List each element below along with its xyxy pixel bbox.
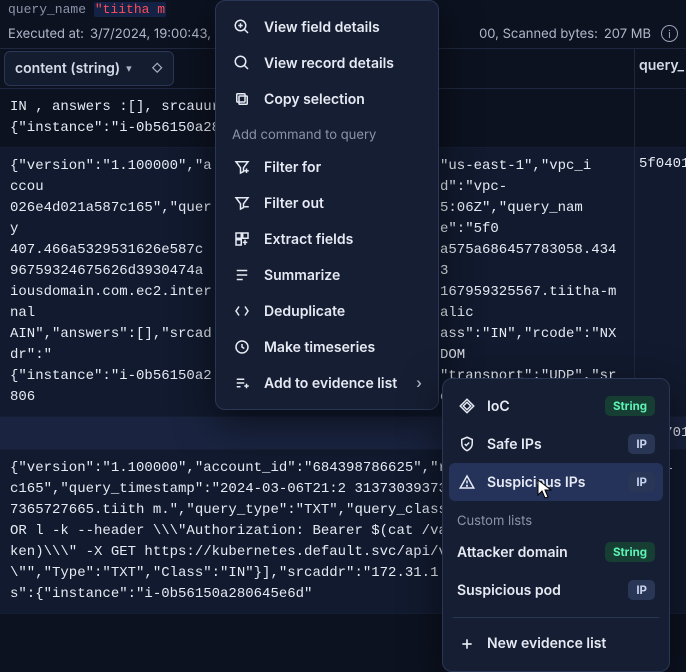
filter-out-icon: [232, 194, 252, 212]
ctx-label: Add to evidence list: [264, 375, 397, 392]
sub-ioc[interactable]: IoC String: [443, 387, 669, 425]
ctx-label: Filter for: [264, 159, 321, 176]
sub-suspicious-pod[interactable]: Suspicious pod IP: [443, 571, 669, 609]
divider: [453, 617, 659, 618]
ctx-filter-for[interactable]: Filter for: [216, 149, 438, 185]
column-header-query[interactable]: query_: [634, 49, 686, 88]
ctx-summarize[interactable]: Summarize: [216, 257, 438, 293]
type-badge: String: [605, 396, 655, 416]
ctx-label: View field details: [264, 19, 380, 36]
type-badge: IP: [628, 580, 655, 600]
ctx-filter-out[interactable]: Filter out: [216, 185, 438, 221]
type-badge: IP: [628, 434, 655, 454]
ctx-copy[interactable]: Copy selection: [216, 81, 438, 117]
ctx-section: Add command to query: [216, 117, 438, 149]
ctx-label: Make timeseries: [264, 339, 375, 356]
sub-label: Attacker domain: [457, 544, 568, 561]
ctx-label: Extract fields: [264, 231, 353, 248]
filter-for-icon: [232, 158, 252, 176]
column-header-content[interactable]: content (string) ▾ ◇: [4, 51, 174, 86]
ctx-dedup[interactable]: Deduplicate: [216, 293, 438, 329]
sub-label: IoC: [487, 398, 510, 415]
ctx-view-field[interactable]: View field details: [216, 9, 438, 45]
alert-triangle-icon: [457, 473, 477, 491]
extract-icon: [232, 230, 252, 248]
diamond-icon: [457, 397, 477, 415]
cell-query: 5f0401: [634, 148, 686, 416]
ctx-label: Deduplicate: [264, 303, 345, 320]
chevron-down-icon: ▾: [126, 63, 132, 74]
sub-new-list[interactable]: New evidence list: [443, 626, 669, 661]
sub-label: New evidence list: [487, 635, 606, 652]
list-add-icon: [232, 374, 252, 392]
sort-icon: ◇: [151, 63, 163, 74]
ctx-add-evidence[interactable]: Add to evidence list ›: [216, 365, 438, 401]
sub-suspicious-ips[interactable]: Suspicious IPs IP: [449, 463, 663, 501]
type-badge: IP: [628, 472, 655, 492]
sub-label: Suspicious pod: [457, 582, 561, 599]
ctx-label: Filter out: [264, 195, 324, 212]
copy-icon: [232, 90, 252, 108]
dedup-icon: [232, 302, 252, 320]
type-badge: String: [605, 542, 655, 562]
context-menu: View field details View record details C…: [215, 0, 439, 410]
ctx-view-record[interactable]: View record details: [216, 45, 438, 81]
sub-label: Suspicious IPs: [487, 474, 586, 491]
magnify-plus-icon: [232, 18, 252, 36]
summarize-icon: [232, 266, 252, 284]
ctx-timeseries[interactable]: Make timeseries: [216, 329, 438, 365]
sub-attacker-domain[interactable]: Attacker domain String: [443, 533, 669, 571]
evidence-submenu: IoC String Safe IPs IP Suspicious IPs IP…: [442, 378, 670, 672]
ctx-label: Summarize: [264, 267, 340, 284]
sub-safe-ips[interactable]: Safe IPs IP: [443, 425, 669, 463]
chevron-right-icon: ›: [416, 375, 422, 392]
sub-label: Safe IPs: [487, 436, 542, 453]
cell-query: [634, 89, 686, 147]
sub-section-custom: Custom lists: [443, 501, 669, 533]
ctx-extract[interactable]: Extract fields: [216, 221, 438, 257]
plus-icon: [457, 636, 477, 652]
magnify-icon: [232, 54, 252, 72]
ctx-label: Copy selection: [264, 91, 365, 108]
shield-check-icon: [457, 435, 477, 453]
ctx-label: View record details: [264, 55, 394, 72]
clock-icon: [232, 338, 252, 356]
info-icon[interactable]: i: [661, 25, 678, 42]
column-label: content (string): [15, 60, 120, 77]
